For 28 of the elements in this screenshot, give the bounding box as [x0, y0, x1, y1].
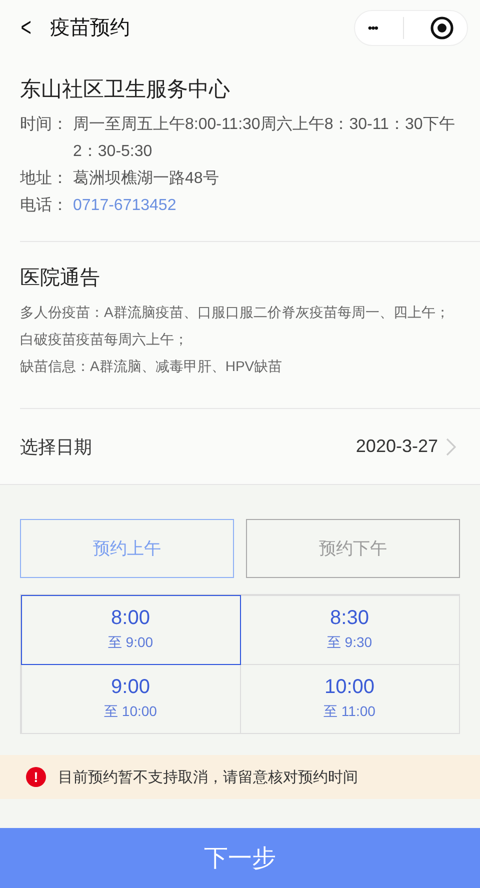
info-value: 葛洲坝樵湖一路48号	[73, 168, 220, 189]
time-slot[interactable]: 8:00 至 9:00	[20, 594, 240, 664]
info-label: 地址：	[20, 168, 69, 189]
warning-text: 目前预约暂不支持取消，请留意核对预约时间	[58, 768, 358, 786]
notice-title: 医院通告	[20, 266, 101, 291]
slot-start-time: 9:00	[111, 676, 150, 699]
slot-start-time: 8:30	[330, 607, 369, 630]
slot-end-time: 至 9:30	[326, 634, 372, 652]
slot-end-time: 至 9:00	[108, 634, 154, 652]
slot-start-time: 8:00	[111, 607, 150, 630]
notice-text: 缺苗信息：A群流脑、减毒甲肝、HPV缺苗	[20, 357, 284, 376]
notice-text: 多人份疫苗：A群流脑疫苗、口服口服二价脊灰疫苗每周一、四上午；白破疫苗疫苗每周六上午；	[20, 303, 450, 349]
slot-end-time: 至 11:00	[324, 703, 376, 721]
back-button[interactable]: <	[20, 12, 44, 43]
more-button[interactable]: •••	[368, 20, 378, 34]
phone-link[interactable]: 0717-6713452	[73, 192, 460, 219]
slot-end-time: 至 10:00	[104, 703, 157, 721]
info-label: 时间：	[20, 114, 69, 135]
chevron-right-icon	[446, 438, 456, 456]
warning-icon: !	[26, 767, 46, 787]
info-value: 周一至周五上午8:00-11:30周六上午8：30-11：30下午2：30-5:30	[73, 114, 456, 162]
next-step-button[interactable]: 下一步	[0, 828, 480, 888]
clinic-name: 东山社区卫生服务中心	[20, 77, 231, 103]
close-target-icon[interactable]	[430, 16, 454, 40]
info-label: 电话：	[20, 196, 69, 216]
date-picker-row[interactable]: 选择日期 2020-3-27	[0, 409, 480, 485]
slot-start-time: 10:00	[324, 676, 375, 699]
page-title: 疫苗预约	[50, 16, 131, 41]
